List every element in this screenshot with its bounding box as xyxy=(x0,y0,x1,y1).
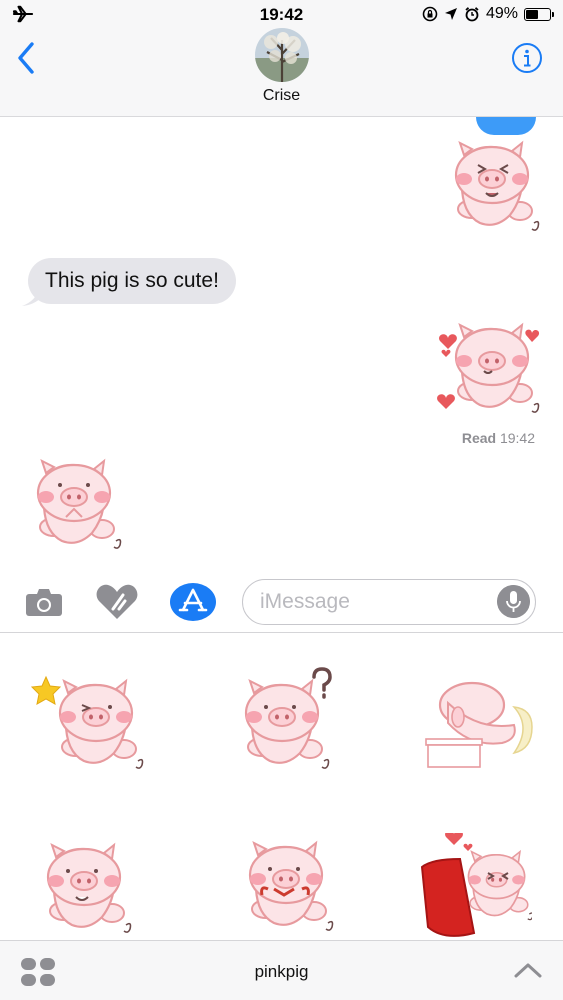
sticker-pig-laughing[interactable] xyxy=(440,137,544,243)
sticker-pig-ribbon[interactable] xyxy=(232,829,344,940)
sticker-pig-red-blanket-hearts[interactable] xyxy=(416,833,532,940)
expand-drawer-button[interactable] xyxy=(513,959,543,981)
info-button[interactable] xyxy=(511,42,543,74)
sticker-pig-question[interactable] xyxy=(228,667,342,773)
sticker-pig-sleeping-desk[interactable] xyxy=(418,677,534,771)
battery-icon xyxy=(524,7,554,21)
battery-percent: 49% xyxy=(485,5,518,22)
digital-touch-button[interactable] xyxy=(95,583,139,621)
incoming-message-bubble[interactable]: This pig is so cute! xyxy=(28,258,236,304)
app-store-button[interactable] xyxy=(170,582,216,622)
app-store-icon xyxy=(170,583,216,621)
status-bar: 19:42 49% xyxy=(0,0,563,30)
sticker-drawer[interactable] xyxy=(0,633,563,940)
battery-level-fill xyxy=(526,9,539,19)
sticker-pig-hearts[interactable] xyxy=(436,317,544,421)
contact-name[interactable]: Crise xyxy=(0,87,563,105)
conversation-header: 19:42 49% Crise xyxy=(0,0,563,117)
read-label: Read xyxy=(461,430,497,446)
message-input-placeholder: iMessage xyxy=(260,590,350,613)
contact-avatar[interactable] xyxy=(255,28,309,82)
back-button[interactable] xyxy=(10,38,44,78)
chevron-left-icon xyxy=(18,42,34,74)
read-receipt: Read 19:42 xyxy=(462,430,535,446)
alarm-icon xyxy=(465,7,479,22)
compose-bar: iMessage xyxy=(0,569,563,633)
camera-icon xyxy=(26,589,62,616)
status-right-group: 49% xyxy=(422,4,554,24)
read-time: 19:42 xyxy=(499,430,535,446)
message-input[interactable]: iMessage xyxy=(242,579,536,625)
message-thread[interactable]: This pig is so cute! Read 19:42 xyxy=(0,117,563,569)
sticker-pig-star-wink[interactable] xyxy=(30,671,144,771)
sticker-pig-clapping[interactable] xyxy=(22,455,126,561)
sticker-pack-name: pinkpig xyxy=(254,962,309,981)
screen-lock-icon xyxy=(422,6,438,22)
location-arrow-icon xyxy=(444,8,457,20)
camera-button[interactable] xyxy=(24,586,64,618)
sticker-pig-drooling[interactable] xyxy=(30,831,144,940)
messages-screen: 19:42 49% Crise This pig is so cute! Rea… xyxy=(0,0,563,1000)
app-drawer-bar: pinkpig xyxy=(0,940,563,1000)
info-icon xyxy=(512,43,542,73)
chevron-up-icon xyxy=(514,963,542,978)
digital-touch-icon xyxy=(96,584,138,619)
previous-sent-bubble[interactable] xyxy=(476,117,536,135)
avatar-photo xyxy=(255,28,309,82)
microphone-button[interactable] xyxy=(497,585,530,618)
